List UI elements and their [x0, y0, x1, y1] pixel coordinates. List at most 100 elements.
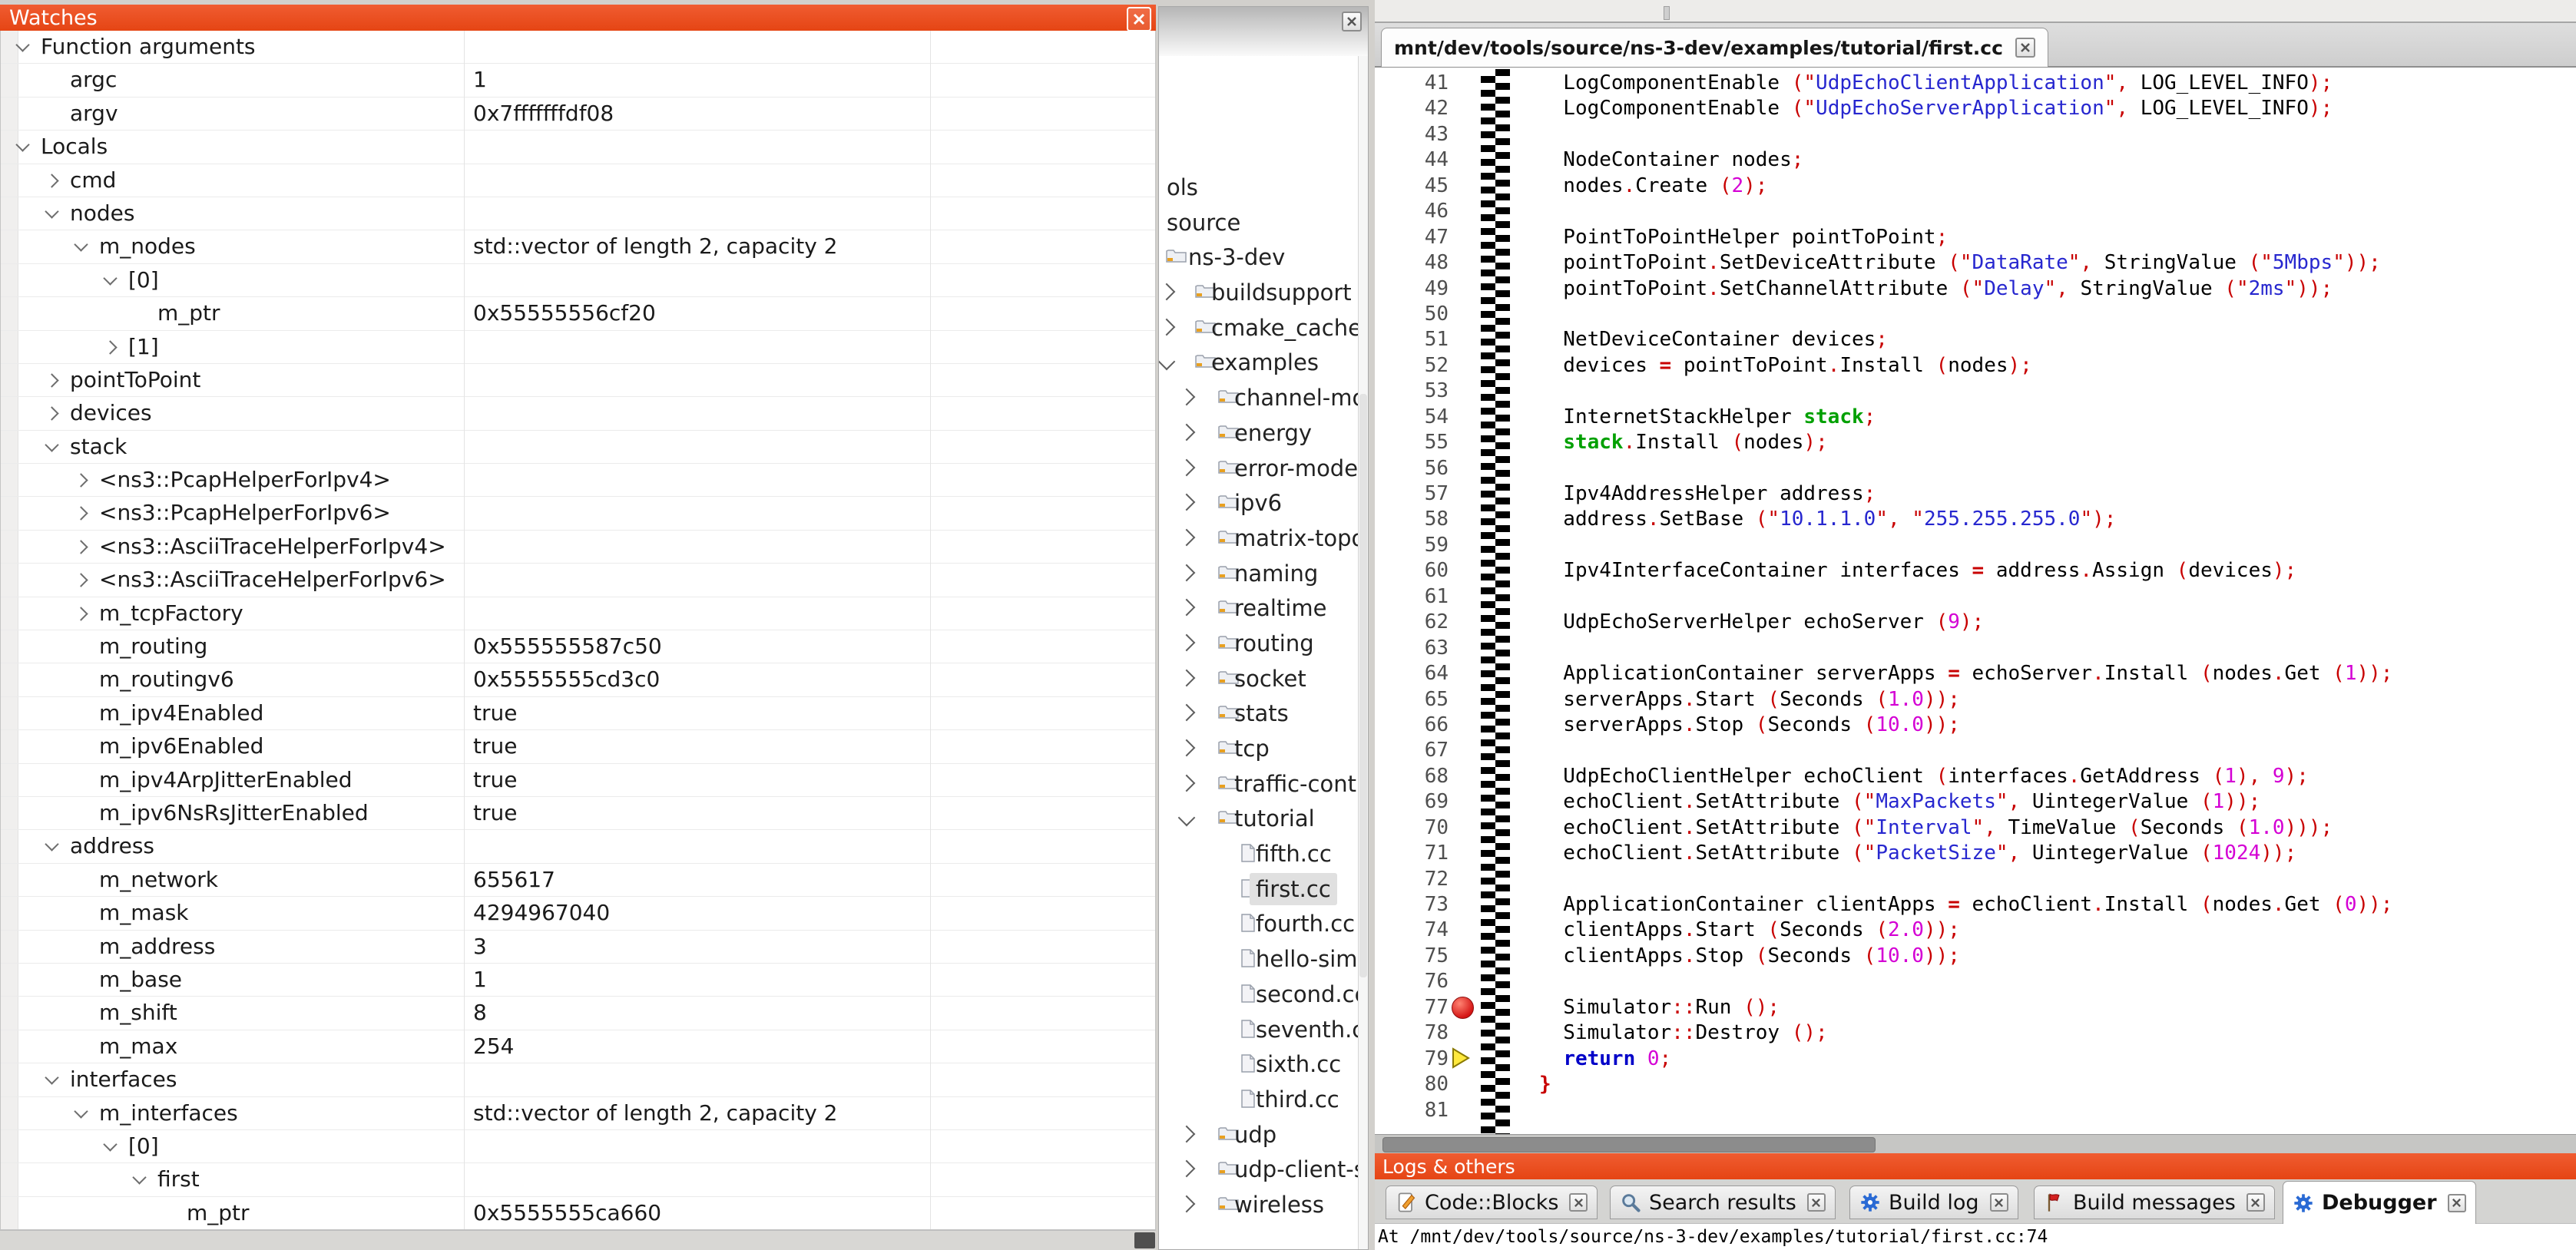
- breakpoint-icon[interactable]: [1452, 997, 1474, 1019]
- watch-row[interactable]: devices: [1, 397, 1155, 430]
- marker-margin[interactable]: [1450, 738, 1479, 763]
- tree-item-sixth.cc[interactable]: sixth.cc: [1159, 1047, 1358, 1082]
- close-icon[interactable]: [2247, 1193, 2265, 1212]
- tree-item-traffic-control[interactable]: traffic-control: [1159, 766, 1358, 802]
- tree-item-naming[interactable]: naming: [1159, 556, 1358, 591]
- line-number[interactable]: 63: [1375, 636, 1449, 661]
- marker-margin[interactable]: [1450, 327, 1479, 352]
- code-line[interactable]: 65 serverApps.Start (Seconds (1.0));: [1375, 687, 2576, 713]
- line-number[interactable]: 46: [1375, 199, 1449, 224]
- line-number[interactable]: 42: [1375, 96, 1449, 121]
- line-number[interactable]: 58: [1375, 507, 1449, 532]
- marker-margin[interactable]: [1450, 96, 1479, 121]
- code-line[interactable]: 68 UdpEchoClientHelper echoClient (inter…: [1375, 764, 2576, 789]
- code-line[interactable]: 73 ApplicationContainer clientApps = ech…: [1375, 892, 2576, 918]
- code-line[interactable]: 75 clientApps.Stop (Seconds (10.0));: [1375, 944, 2576, 969]
- chevron-closed-icon[interactable]: [1178, 599, 1196, 617]
- line-number[interactable]: 69: [1375, 789, 1449, 815]
- code-line[interactable]: 66 serverApps.Stop (Seconds (10.0));: [1375, 713, 2576, 738]
- chevron-open-icon[interactable]: [12, 131, 41, 163]
- chevron-open-icon[interactable]: [41, 1063, 70, 1096]
- code-line[interactable]: 48 pointToPoint.SetDeviceAttribute ("Dat…: [1375, 250, 2576, 276]
- watches-titlebar[interactable]: Watches: [0, 5, 1156, 31]
- tree-item-wireless[interactable]: wireless: [1159, 1187, 1358, 1222]
- marker-margin[interactable]: [1450, 250, 1479, 276]
- close-icon[interactable]: [1990, 1193, 2008, 1212]
- marker-margin[interactable]: [1450, 661, 1479, 686]
- watch-row[interactable]: m_ipv6NsRsJitterEnabledtrue: [1, 797, 1155, 830]
- line-number[interactable]: 62: [1375, 610, 1449, 635]
- marker-margin[interactable]: [1450, 147, 1479, 173]
- watch-row[interactable]: <ns3::AsciiTraceHelperForIpv6>: [1, 564, 1155, 597]
- code-line[interactable]: 81: [1375, 1098, 2576, 1123]
- chevron-closed-icon[interactable]: [1178, 1195, 1196, 1213]
- chevron-open-icon[interactable]: [1178, 809, 1196, 827]
- chevron-closed-icon[interactable]: [41, 364, 70, 396]
- watch-row[interactable]: m_shift8: [1, 997, 1155, 1030]
- tree-item-ols[interactable]: ols: [1159, 170, 1358, 205]
- marker-margin[interactable]: [1450, 713, 1479, 738]
- chevron-closed-icon[interactable]: [1178, 739, 1196, 757]
- code-line[interactable]: 58 address.SetBase ("10.1.1.0", "255.255…: [1375, 507, 2576, 532]
- chevron-closed-icon[interactable]: [1178, 423, 1196, 441]
- chevron-open-icon[interactable]: [99, 1130, 128, 1162]
- watch-row[interactable]: m_network655617: [1, 864, 1155, 897]
- tree-item-udp-client-server[interactable]: udp-client-server: [1159, 1152, 1358, 1187]
- line-number[interactable]: 57: [1375, 481, 1449, 507]
- execution-arrow-marker[interactable]: [1450, 1047, 1479, 1072]
- line-number[interactable]: 77: [1375, 995, 1449, 1020]
- watch-row[interactable]: Locals: [1, 131, 1155, 164]
- marker-margin[interactable]: [1450, 276, 1479, 302]
- tree-item-ns-3-dev[interactable]: ns-3-dev: [1159, 240, 1358, 275]
- tree-item-channel-models[interactable]: channel-models: [1159, 380, 1358, 415]
- tree-item-hello-simulator.cc[interactable]: hello-simulator.cc: [1159, 941, 1358, 977]
- line-number[interactable]: 52: [1375, 353, 1449, 379]
- tree-item-realtime[interactable]: realtime: [1159, 590, 1358, 626]
- chevron-closed-icon[interactable]: [70, 464, 99, 496]
- chevron-closed-icon[interactable]: [1178, 669, 1196, 686]
- code-line[interactable]: 79 return 0;: [1375, 1047, 2576, 1072]
- watch-row[interactable]: m_routing0x555555587c50: [1, 630, 1155, 663]
- column-divider[interactable]: [930, 31, 931, 1229]
- watch-row[interactable]: [0]: [1, 1130, 1155, 1163]
- marker-margin[interactable]: [1450, 789, 1479, 815]
- editor-hscrollbar[interactable]: [1375, 1134, 2576, 1153]
- chevron-closed-icon[interactable]: [70, 564, 99, 596]
- marker-margin[interactable]: [1450, 122, 1479, 147]
- line-number[interactable]: 56: [1375, 456, 1449, 481]
- chevron-closed-icon[interactable]: [1178, 564, 1196, 581]
- marker-margin[interactable]: [1450, 430, 1479, 455]
- watch-row[interactable]: m_mask4294967040: [1, 897, 1155, 930]
- line-number[interactable]: 74: [1375, 918, 1449, 943]
- watch-row[interactable]: Function arguments: [1, 31, 1155, 64]
- marker-margin[interactable]: [1450, 71, 1479, 96]
- code-line[interactable]: 41 LogComponentEnable ("UdpEchoClientApp…: [1375, 71, 2576, 96]
- watch-row[interactable]: nodes: [1, 197, 1155, 230]
- line-number[interactable]: 45: [1375, 174, 1449, 199]
- line-number[interactable]: 71: [1375, 841, 1449, 866]
- chevron-open-icon[interactable]: [70, 230, 99, 263]
- editor-tab-first-cc[interactable]: mnt/dev/tools/source/ns-3-dev/examples/t…: [1381, 28, 2048, 67]
- line-number[interactable]: 75: [1375, 944, 1449, 969]
- marker-margin[interactable]: [1450, 944, 1479, 969]
- tree-item-matrix-topology[interactable]: matrix-topology: [1159, 521, 1358, 556]
- marker-margin[interactable]: [1450, 584, 1479, 610]
- chevron-closed-icon[interactable]: [1159, 283, 1175, 301]
- line-number[interactable]: 67: [1375, 738, 1449, 763]
- line-number[interactable]: 43: [1375, 122, 1449, 147]
- marker-margin[interactable]: [1450, 199, 1479, 224]
- code-line[interactable]: 47 PointToPointHelper pointToPoint;: [1375, 225, 2576, 250]
- scrollbar-thumb[interactable]: [1382, 1137, 1876, 1152]
- marker-margin[interactable]: [1450, 969, 1479, 994]
- code-line[interactable]: 74 clientApps.Start (Seconds (2.0));: [1375, 918, 2576, 943]
- logs-tab-code-blocks[interactable]: Code::Blocks: [1386, 1186, 1598, 1219]
- line-number[interactable]: 61: [1375, 584, 1449, 610]
- marker-margin[interactable]: [1450, 764, 1479, 789]
- tree-item-socket[interactable]: socket: [1159, 661, 1358, 696]
- projects-panel-header[interactable]: [1159, 7, 1368, 56]
- chevron-closed-icon[interactable]: [1159, 318, 1175, 336]
- code-line[interactable]: 76: [1375, 969, 2576, 994]
- code-line[interactable]: 51 NetDeviceContainer devices;: [1375, 327, 2576, 352]
- watch-row[interactable]: <ns3::PcapHelperForIpv4>: [1, 464, 1155, 497]
- watch-row[interactable]: m_ipv6Enabledtrue: [1, 730, 1155, 763]
